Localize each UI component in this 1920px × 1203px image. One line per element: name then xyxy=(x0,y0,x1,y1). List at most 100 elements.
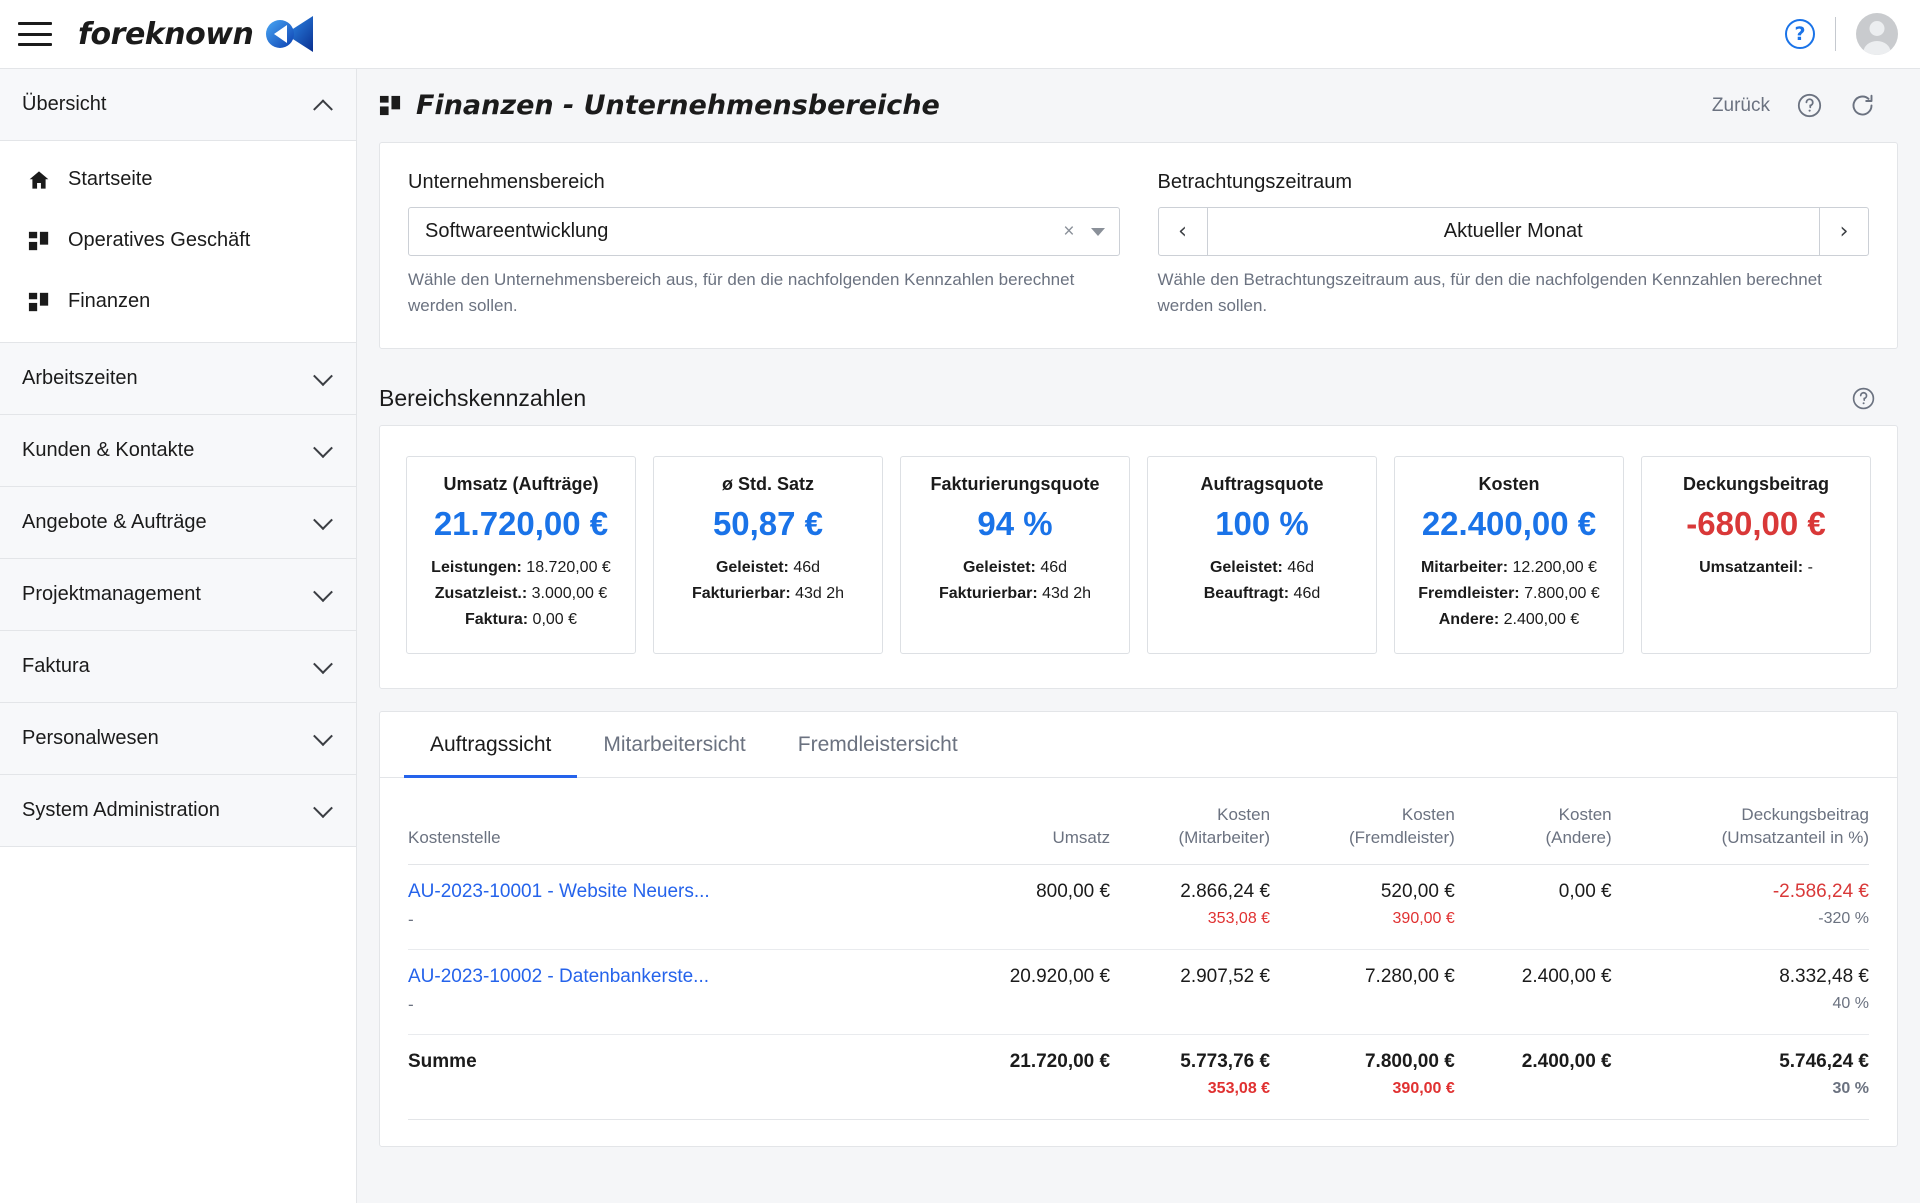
cost-external-cell: 7.800,00 € 390,00 € xyxy=(1270,1034,1455,1120)
total-label: Summe xyxy=(408,1050,477,1072)
sidebar-group-arbeitszeiten[interactable]: Arbeitszeiten xyxy=(0,343,356,415)
cell-subvalue-empty xyxy=(935,995,1110,1018)
kpi-sub-value: 46d xyxy=(1287,559,1315,576)
cost-center-cell: Summe xyxy=(408,1034,935,1120)
kpi-sub-value: 12.200,00 € xyxy=(1512,559,1598,576)
period-next-button[interactable]: › xyxy=(1819,208,1868,255)
kpi-sub-value: 18.720,00 € xyxy=(526,559,611,576)
help-circle-icon[interactable] xyxy=(1851,386,1876,411)
chevron-up-icon[interactable] xyxy=(313,98,333,119)
sidebar-item-startseite[interactable]: Startseite xyxy=(0,149,356,210)
tab-fremdleistersicht[interactable]: Fremdleistersicht xyxy=(772,712,984,778)
period-filter: Betrachtungszeitraum ‹ Aktueller Monat ›… xyxy=(1157,171,1869,318)
cost-other-cell: 2.400,00 € xyxy=(1454,1034,1612,1120)
cost-employee-cell: 2.866,24 € 353,08 € xyxy=(1110,864,1271,950)
cost-employee-sub: 353,08 € xyxy=(1207,909,1271,927)
cost-center-table: Kostenstelle Umsatz Kosten (Mitarbeiter) Kos… xyxy=(408,799,1869,1120)
table-row: AU-2023-10001 - Website Neuers... - 800,00… xyxy=(408,864,1869,950)
kpi-sub-line: Andere: 2.400,00 € xyxy=(1405,607,1613,633)
kpi-sub-line: Leistungen: 18.720,00 € xyxy=(417,555,625,581)
vertical-divider xyxy=(1835,17,1836,51)
table-header-line2: Umsatz xyxy=(1052,827,1111,847)
back-button[interactable]: Zurück xyxy=(1712,95,1770,117)
cost-external-sub: 390,00 € xyxy=(1392,1079,1455,1097)
kpi-sub-line: Zusatzleist.: 3.000,00 € xyxy=(417,581,625,607)
chevron-down-icon[interactable] xyxy=(313,365,333,386)
refresh-icon[interactable] xyxy=(1849,92,1876,119)
cost-other-cell: 2.400,00 € xyxy=(1454,949,1612,1035)
chevron-down-icon[interactable] xyxy=(313,581,333,602)
kpi-sub-value: 7.800,00 € xyxy=(1524,584,1600,602)
revenue-cell: 21.720,00 € xyxy=(934,1034,1111,1120)
kpi-sub-label: Leistungen: xyxy=(431,559,522,576)
tab-mitarbeitersicht[interactable]: Mitarbeitersicht xyxy=(577,712,771,778)
clear-icon[interactable]: × xyxy=(1063,222,1074,241)
sidebar-group-label: Angebote & Aufträge xyxy=(22,511,207,533)
kpi-panel: Umsatz (Aufträge) 21.720,00 € Leistungen: … xyxy=(379,425,1898,689)
kpi-section-header: Bereichskennzahlen xyxy=(357,371,1920,425)
chevron-down-icon[interactable] xyxy=(313,725,333,746)
kpi-sub-label: Fremdleister: xyxy=(1418,584,1520,602)
margin-cell: -2.586,24 € -320 % xyxy=(1611,864,1869,950)
kpi-card: Kosten 22.400,00 € Mitarbeiter: 12.200,00 … xyxy=(1394,456,1624,654)
sidebar-group-label: Übersicht xyxy=(22,93,107,115)
kpi-sub-value: 43d 2h xyxy=(795,584,845,602)
sidebar-group-bersicht[interactable]: Übersicht xyxy=(0,69,356,141)
brand-logo-group[interactable]: foreknown xyxy=(78,14,315,54)
kpi-sub-label: Geleistet: xyxy=(1209,559,1283,576)
sidebar-group-personalwesen[interactable]: Personalwesen xyxy=(0,703,356,775)
kpi-card: Deckungsbeitrag -680,00 € Umsatzanteil: - xyxy=(1641,456,1871,654)
cost-external-value: 7.280,00 € xyxy=(1364,965,1455,987)
kpi-sub-value: 0,00 € xyxy=(532,610,578,628)
kpi-sub-line: Faktura: 0,00 € xyxy=(417,607,625,633)
cost-center-link[interactable]: AU-2023-10002 - Datenbankerste... xyxy=(408,966,935,988)
kpi-sub-value: 43d 2h xyxy=(1042,584,1092,602)
avatar[interactable] xyxy=(1856,13,1898,55)
help-circle-icon[interactable] xyxy=(1796,92,1823,119)
period-hint: Wähle den Betrachtungszeitraum aus, für … xyxy=(1157,270,1822,315)
margin-cell: 8.332,48 € 40 % xyxy=(1611,949,1869,1035)
cell-subvalue-empty xyxy=(1455,1080,1612,1103)
sidebar-group-projektmanagement[interactable]: Projektmanagement xyxy=(0,559,356,631)
margin-sub: 30 % xyxy=(1832,1079,1869,1097)
grid-icon xyxy=(28,231,49,250)
tab-auftragssicht[interactable]: Auftragssicht xyxy=(404,712,578,778)
cost-other-cell: 0,00 € xyxy=(1454,864,1612,950)
help-icon[interactable]: ? xyxy=(1785,19,1815,49)
kpi-sub-label: Fakturierbar: xyxy=(938,584,1038,602)
kpi-sub-label: Mitarbeiter: xyxy=(1420,559,1509,576)
kpi-sub-line: Fakturierbar: 43d 2h xyxy=(664,581,872,607)
kpi-title: Kosten xyxy=(1478,474,1540,494)
kpi-sub-value: 46d xyxy=(793,559,821,576)
table-header-cell: Kosten (Mitarbeiter) xyxy=(1110,799,1271,865)
kpi-sub-value: 46d xyxy=(1040,559,1068,576)
sidebar-item-finanzen[interactable]: Finanzen xyxy=(0,271,356,332)
kpi-title: Auftragsquote xyxy=(1200,474,1324,494)
sidebar: Übersicht Startseite Operatives Geschäft Fi… xyxy=(0,69,357,1203)
cost-external-value: 7.800,00 € xyxy=(1364,1050,1455,1072)
main-content: Finanzen - Unternehmensbereiche Zurück U… xyxy=(357,69,1920,1203)
cost-center-link[interactable]: AU-2023-10001 - Website Neuers... xyxy=(408,881,935,903)
sidebar-group-system-administration[interactable]: System Administration xyxy=(0,775,356,847)
kpi-sub-label: Umsatzanteil: xyxy=(1699,559,1804,576)
period-prev-button[interactable]: ‹ xyxy=(1159,208,1208,255)
revenue-value: 21.720,00 € xyxy=(1009,1050,1111,1072)
chevron-down-icon[interactable] xyxy=(313,653,333,674)
sidebar-group-label: Kunden & Kontakte xyxy=(22,439,195,461)
hamburger-menu-icon[interactable] xyxy=(18,22,52,46)
chevron-down-icon[interactable] xyxy=(1090,227,1105,236)
sidebar-group-kunden-kontakte[interactable]: Kunden & Kontakte xyxy=(0,415,356,487)
page-title: Finanzen - Unternehmensbereiche xyxy=(379,90,940,121)
cell-subvalue-empty xyxy=(1110,995,1270,1018)
table-header-cell: Deckungsbeitrag (Umsatzanteil in %) xyxy=(1611,799,1869,865)
sidebar-group-angebote-auftr-ge[interactable]: Angebote & Aufträge xyxy=(0,487,356,559)
chevron-down-icon[interactable] xyxy=(313,509,333,530)
business-unit-select[interactable]: Softwareentwicklung × xyxy=(408,207,1120,256)
period-label: Betrachtungszeitraum xyxy=(1157,171,1353,193)
sidebar-item-operatives-gesch-ft[interactable]: Operatives Geschäft xyxy=(0,210,356,271)
period-value[interactable]: Aktueller Monat xyxy=(1208,208,1820,255)
chevron-down-icon[interactable] xyxy=(313,797,333,818)
sidebar-group-faktura[interactable]: Faktura xyxy=(0,631,356,703)
period-selector: ‹ Aktueller Monat › xyxy=(1157,207,1869,256)
chevron-down-icon[interactable] xyxy=(313,437,333,458)
